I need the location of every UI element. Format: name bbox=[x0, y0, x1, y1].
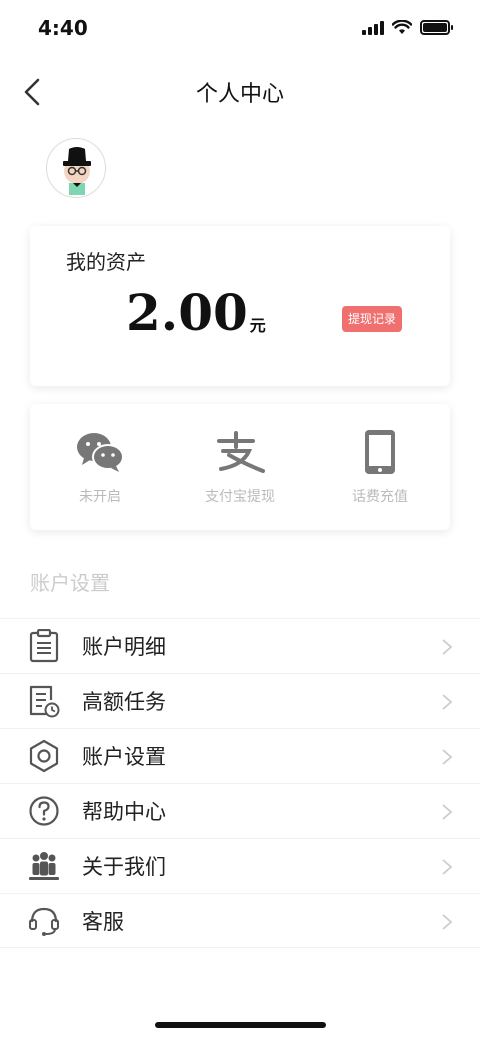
help-icon bbox=[28, 794, 60, 828]
menu-item-label: 关于我们 bbox=[82, 855, 166, 879]
asset-unit: 元 bbox=[249, 316, 266, 335]
chevron-right-icon bbox=[442, 804, 453, 820]
task-document-icon bbox=[28, 684, 60, 718]
menu-item-high-tasks[interactable]: 高额任务 bbox=[0, 673, 480, 728]
asset-amount: 2.00 元 bbox=[126, 288, 266, 338]
people-icon bbox=[28, 849, 60, 883]
asset-label: 我的资产 bbox=[66, 250, 146, 274]
menu-item-help-center[interactable]: 帮助中心 bbox=[0, 783, 480, 838]
chevron-right-icon bbox=[442, 694, 453, 710]
menu-item-label: 高额任务 bbox=[82, 690, 166, 714]
payment-method-label: 话费充值 bbox=[352, 489, 408, 505]
status-bar: 4:40 bbox=[0, 0, 480, 58]
wifi-icon bbox=[392, 20, 412, 34]
asset-card: 我的资产 2.00 元 提现记录 bbox=[30, 226, 450, 386]
menu-item-label: 帮助中心 bbox=[82, 800, 166, 824]
chevron-right-icon bbox=[442, 749, 453, 765]
settings-menu: 账户明细 高额任务 账户设置 帮助中心 关于我们 客服 bbox=[0, 618, 480, 948]
battery-icon bbox=[420, 20, 453, 35]
payment-method-alipay[interactable]: 支付宝提现 bbox=[170, 404, 310, 530]
headset-icon bbox=[28, 904, 60, 938]
chevron-right-icon bbox=[442, 914, 453, 930]
page-title: 个人中心 bbox=[195, 82, 284, 107]
home-indicator[interactable] bbox=[155, 1022, 326, 1028]
menu-item-label: 账户明细 bbox=[82, 635, 166, 659]
avatar-image bbox=[63, 147, 91, 195]
menu-item-account-details[interactable]: 账户明细 bbox=[0, 618, 480, 673]
signal-icon bbox=[362, 20, 384, 35]
payment-method-phone[interactable]: 话费充值 bbox=[310, 404, 450, 530]
section-title: 账户设置 bbox=[30, 571, 110, 595]
menu-item-customer-service[interactable]: 客服 bbox=[0, 893, 480, 948]
payment-method-label: 支付宝提现 bbox=[205, 489, 275, 505]
avatar[interactable] bbox=[46, 138, 106, 198]
phone-icon bbox=[363, 426, 397, 478]
asset-value: 2.00 bbox=[126, 283, 248, 342]
status-time: 4:40 bbox=[38, 16, 88, 40]
menu-item-label: 账户设置 bbox=[82, 745, 166, 769]
chevron-right-icon bbox=[442, 639, 453, 655]
clipboard-icon bbox=[28, 629, 60, 663]
hexagon-settings-icon bbox=[28, 739, 60, 773]
status-icons bbox=[362, 20, 453, 35]
payment-methods-card: 未开启 支付宝提现 话费充值 bbox=[30, 404, 450, 530]
chevron-right-icon bbox=[442, 859, 453, 875]
withdraw-record-button[interactable]: 提现记录 bbox=[342, 306, 403, 332]
wechat-icon bbox=[76, 426, 124, 478]
payment-method-label: 未开启 bbox=[79, 489, 121, 505]
nav-bar: 个人中心 bbox=[0, 62, 480, 122]
menu-item-label: 客服 bbox=[82, 909, 124, 934]
payment-method-wechat[interactable]: 未开启 bbox=[30, 404, 170, 530]
menu-item-account-settings[interactable]: 账户设置 bbox=[0, 728, 480, 783]
alipay-icon bbox=[215, 426, 265, 478]
menu-item-about-us[interactable]: 关于我们 bbox=[0, 838, 480, 893]
